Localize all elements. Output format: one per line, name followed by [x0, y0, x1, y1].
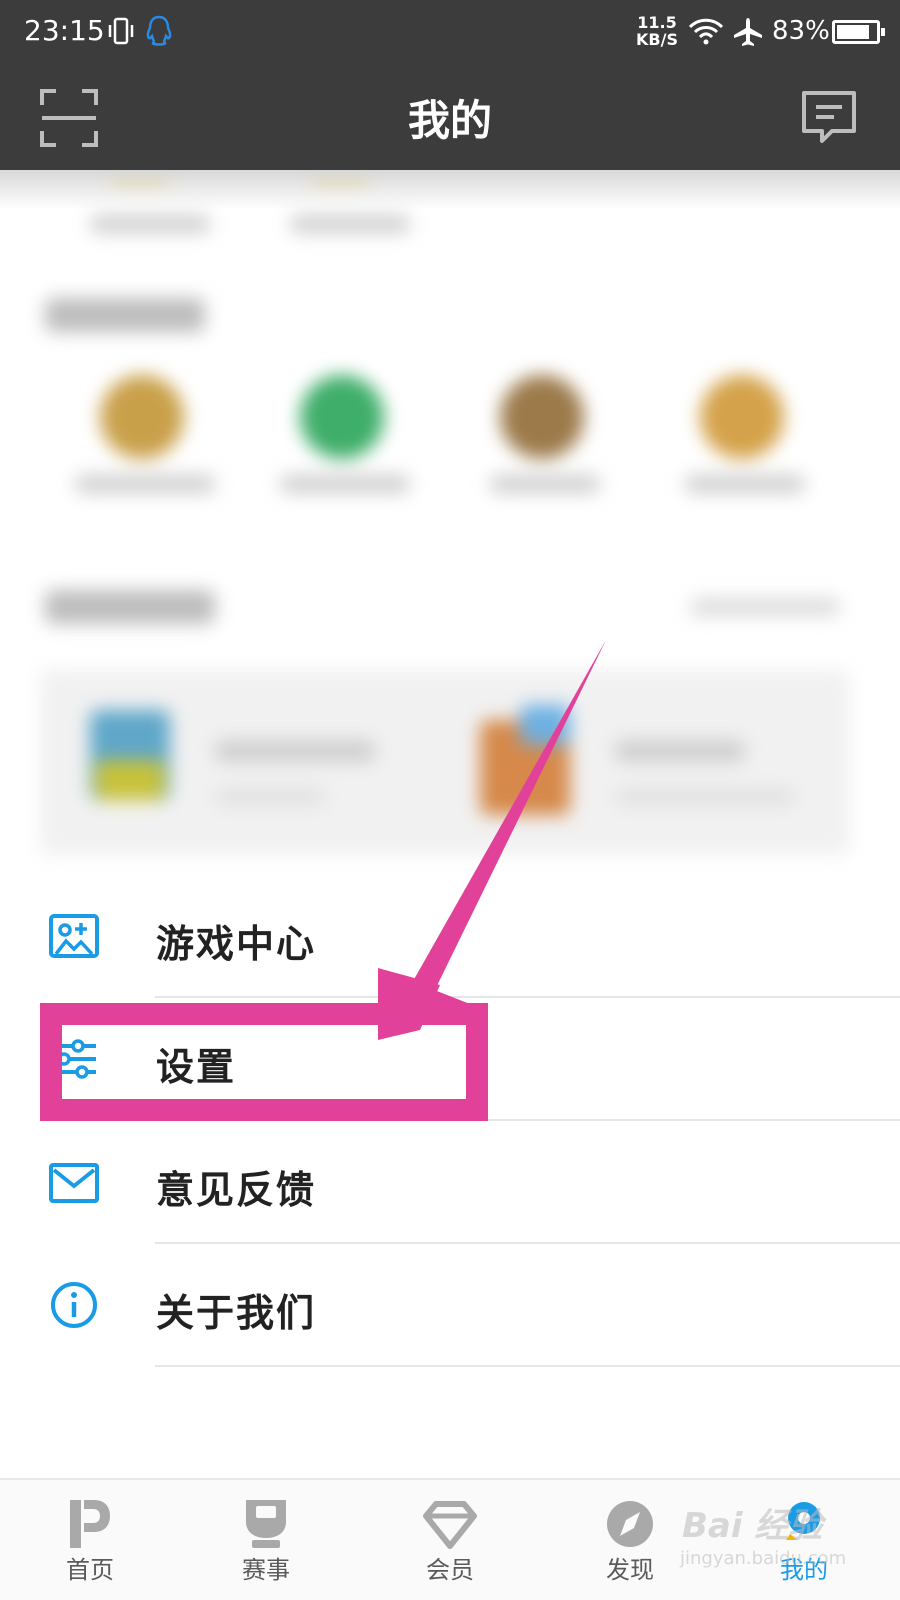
menu-item-feedback[interactable]: 意见反馈 [0, 1121, 900, 1244]
game-center-icon [49, 914, 99, 958]
nav-label: 首页 [66, 1556, 114, 1584]
nav-label: 赛事 [242, 1556, 290, 1584]
network-speed-value: 11.5 [637, 13, 677, 32]
header-shadow [0, 170, 900, 210]
blurred-content [0, 170, 900, 890]
menu-item-about[interactable]: 关于我们 [0, 1244, 900, 1367]
info-icon [51, 1282, 97, 1328]
page-title: 我的 [407, 96, 492, 145]
battery-level-fill [837, 25, 869, 39]
nav-tab-events[interactable]: 赛事 [176, 1480, 356, 1600]
nav-tab-home[interactable]: 首页 [0, 1480, 180, 1600]
airplane-mode-icon [734, 18, 762, 46]
message-icon[interactable] [800, 89, 858, 147]
watermark-top: Bai 经验 [682, 1506, 823, 1546]
network-speed: 11.5 KB/S [636, 14, 678, 48]
menu-item-label: 游戏中心 [156, 922, 317, 966]
wifi-icon [688, 18, 724, 45]
trophy-icon [246, 1500, 286, 1548]
diamond-icon [423, 1501, 477, 1549]
status-bar: 23:15 11.5 KB/S 83% [0, 0, 900, 65]
menu-item-game-center[interactable]: 游戏中心 [0, 875, 900, 998]
compass-icon [607, 1501, 653, 1547]
vibrate-icon [108, 17, 134, 45]
menu-item-label: 关于我们 [156, 1291, 317, 1335]
network-speed-unit: KB/S [636, 30, 678, 49]
menu-item-label: 意见反馈 [156, 1168, 317, 1212]
home-icon [70, 1500, 110, 1548]
mail-icon [49, 1163, 99, 1203]
app-header: 我的 [0, 65, 900, 170]
divider [155, 1365, 900, 1367]
watermark-logo: Bai 经验 jingyan.baidu.com [676, 1490, 896, 1590]
nav-tab-membership[interactable]: 会员 [360, 1480, 540, 1600]
watermark-url: jingyan.baidu.com [680, 1548, 847, 1569]
battery-percent: 83% [772, 16, 830, 46]
qq-notification-icon [146, 15, 172, 46]
battery-icon [832, 20, 885, 44]
nav-label: 会员 [426, 1556, 474, 1584]
annotation-highlight-box [40, 1003, 488, 1121]
status-time: 23:15 [24, 14, 105, 47]
